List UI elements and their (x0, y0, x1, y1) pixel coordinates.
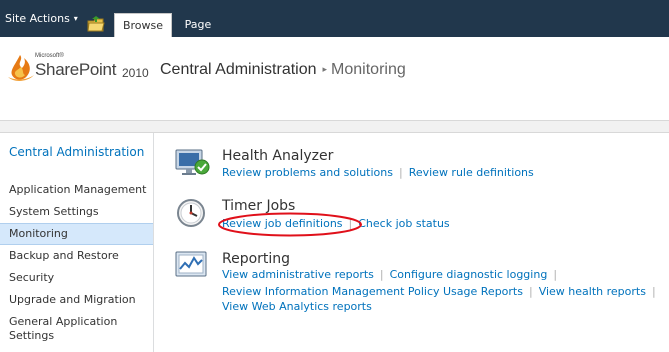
breadcrumb-current: Monitoring (331, 61, 406, 78)
tab-browse[interactable]: Browse (114, 13, 172, 37)
link-separator: | (348, 217, 353, 230)
link-separator: | (553, 268, 558, 281)
timer-jobs-title[interactable]: Timer Jobs (222, 198, 295, 214)
navigate-up-icon[interactable] (86, 15, 106, 33)
reporting-title[interactable]: Reporting (222, 251, 290, 267)
link-separator: | (651, 285, 656, 298)
sharepoint-logo[interactable]: Microsoft® SharePoint 2010 (6, 51, 156, 87)
divider-band (0, 120, 669, 133)
breadcrumb-separator-icon: ▸ (322, 64, 328, 74)
logo-version: 2010 (122, 66, 149, 80)
link-separator: | (528, 285, 533, 298)
sidebar-item-upgrade-and-migration[interactable]: Upgrade and Migration (0, 293, 153, 307)
site-actions-label: Site Actions (5, 12, 70, 25)
health-analyzer-title[interactable]: Health Analyzer (222, 148, 333, 164)
sidebar-item-application-management[interactable]: Application Management (0, 183, 153, 197)
health-analyzer-links: Review problems and solutions | Review rul… (222, 166, 534, 179)
link-separator: | (379, 268, 384, 281)
breadcrumb-root-link[interactable]: Central Administration (160, 61, 317, 78)
breadcrumb: Central Administration ▸ Monitoring (160, 61, 406, 79)
configure-diagnostic-logging-link[interactable]: Configure diagnostic logging (390, 268, 548, 281)
chevron-down-icon: ▾ (73, 14, 78, 23)
sidebar-item-system-settings[interactable]: System Settings (0, 205, 153, 219)
reporting-links-row-1: View administrative reports | Configure di… (222, 268, 563, 281)
sidebar-item-general-application-settings[interactable]: General Application Settings (0, 315, 140, 343)
tab-page[interactable]: Page (176, 13, 220, 37)
view-administrative-reports-link[interactable]: View administrative reports (222, 268, 374, 281)
review-job-definitions-link[interactable]: Review job definitions (222, 217, 343, 230)
logo-product: SharePoint (35, 60, 117, 79)
nav-header-central-administration[interactable]: Central Administration (9, 145, 144, 160)
title-area: Microsoft® SharePoint 2010 Central Admin… (0, 37, 669, 120)
ribbon-bar: Site Actions ▾ Browse Page (0, 0, 669, 37)
review-rule-definitions-link[interactable]: Review rule definitions (409, 166, 534, 179)
reporting-chart-icon (175, 251, 207, 277)
timer-jobs-links: Review job definitions | Check job status (222, 217, 450, 230)
health-analyzer-icon (175, 149, 210, 175)
logo-company: Microsoft® (35, 53, 64, 59)
sidebar-item-monitoring[interactable]: Monitoring (0, 223, 153, 245)
reporting-links-row-3: View Web Analytics reports (222, 300, 372, 313)
left-navigation: Central Administration Application Manag… (0, 133, 154, 352)
check-job-status-link[interactable]: Check job status (358, 217, 449, 230)
review-information-management-policy-usage-reports-link[interactable]: Review Information Management Policy Usa… (222, 285, 523, 298)
link-separator: | (398, 166, 403, 179)
clock-icon (177, 199, 205, 227)
sidebar-item-backup-and-restore[interactable]: Backup and Restore (0, 249, 153, 263)
site-actions-menu[interactable]: Site Actions ▾ (0, 8, 83, 30)
view-web-analytics-reports-link[interactable]: View Web Analytics reports (222, 300, 372, 313)
sharepoint-flame-icon (8, 55, 34, 81)
review-problems-link[interactable]: Review problems and solutions (222, 166, 393, 179)
sidebar-item-security[interactable]: Security (0, 271, 153, 285)
view-health-reports-link[interactable]: View health reports (539, 285, 646, 298)
reporting-links-row-2: Review Information Management Policy Usa… (222, 285, 662, 298)
